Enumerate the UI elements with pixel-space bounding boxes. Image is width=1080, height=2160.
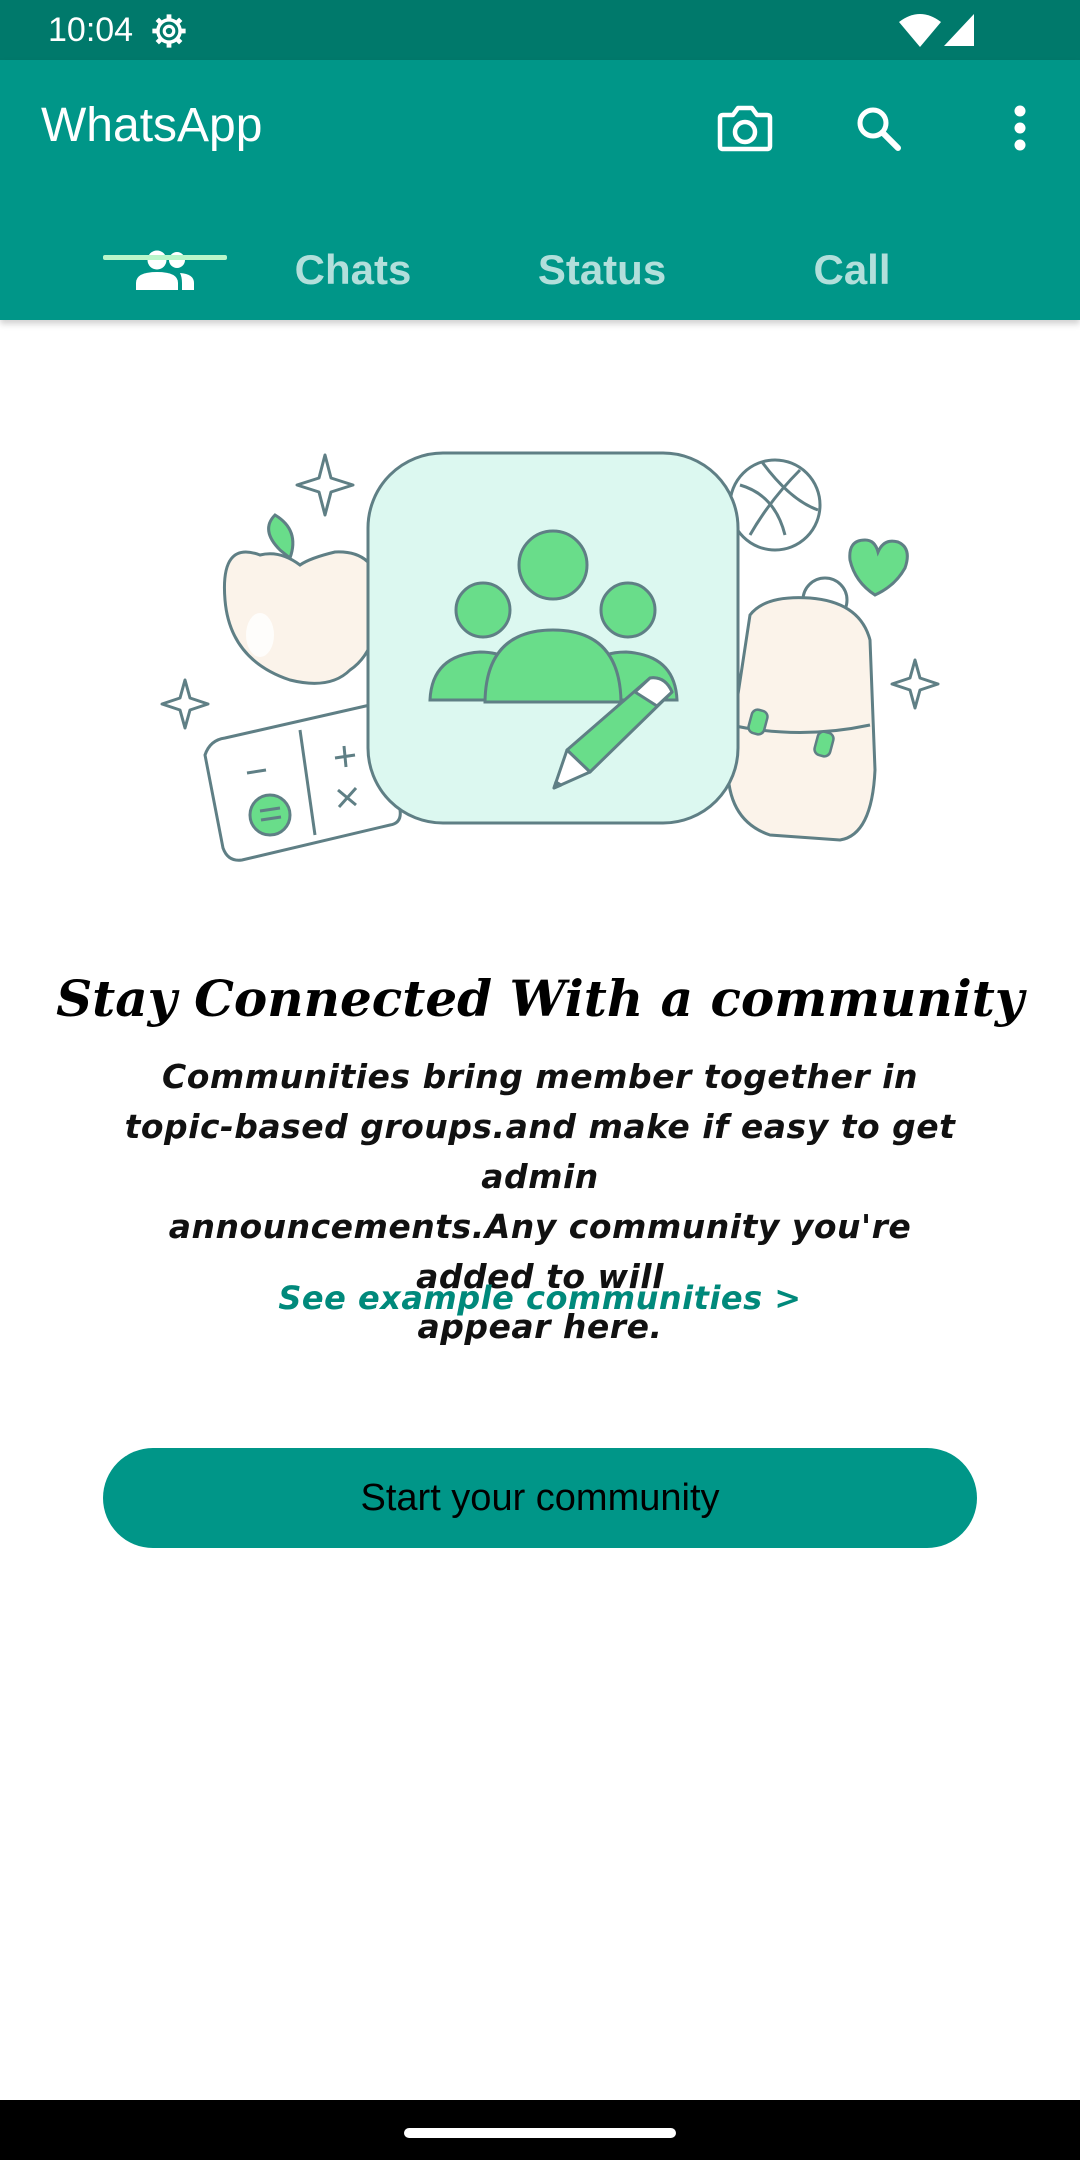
see-example-communities-link[interactable]: See example communities >: [0, 1276, 1080, 1320]
wifi-icon: [899, 14, 941, 47]
camera-button[interactable]: [709, 92, 781, 164]
tab-communities[interactable]: [103, 220, 227, 320]
backpack-illustration: [726, 576, 877, 842]
tab-status-label: Status: [537, 246, 667, 293]
tab-call-label: Call: [813, 246, 891, 293]
status-time: 10:04: [48, 11, 134, 49]
heart-illustration: [848, 538, 909, 597]
more-options-button[interactable]: [984, 92, 1056, 164]
tab-call[interactable]: Call: [770, 220, 934, 320]
app-title: WhatsApp: [41, 99, 263, 152]
home-gesture-handle[interactable]: [404, 2128, 676, 2138]
start-community-button[interactable]: Start your community: [103, 1448, 977, 1548]
settings-gear-icon: [152, 14, 186, 48]
tab-chats[interactable]: Chats: [260, 220, 446, 320]
more-vert-icon: [1014, 105, 1026, 151]
tab-indicator: [103, 255, 227, 260]
tab-status[interactable]: Status: [500, 220, 704, 320]
camera-icon: [717, 105, 773, 152]
page-heading: Stay Connected With a community: [56, 969, 1024, 1028]
signal-icon: [944, 14, 974, 46]
apple-illustration: [222, 513, 382, 685]
community-illustration: [160, 451, 940, 862]
search-button[interactable]: [842, 92, 914, 164]
description-line: topic-based groups.and make if easy to g…: [124, 1107, 956, 1196]
status-bar: 10:04: [0, 0, 1080, 60]
start-community-label: Start your community: [360, 1476, 720, 1519]
tab-chats-label: Chats: [294, 246, 412, 293]
ball-illustration: [728, 458, 822, 552]
search-icon: [857, 107, 901, 151]
description-line: Communities bring member together in: [162, 1057, 918, 1096]
app-bar: WhatsApp Chats Status Call: [0, 60, 1080, 320]
